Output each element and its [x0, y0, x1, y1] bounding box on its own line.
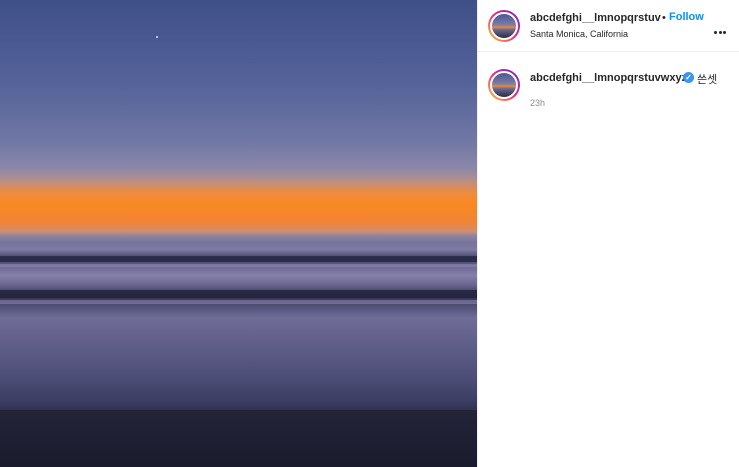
- post-image[interactable]: [0, 0, 477, 467]
- post-header: abcdefghi__lmnopqrstuvv • Follow Santa M…: [478, 0, 739, 52]
- more-horizontal-icon[interactable]: [714, 16, 730, 34]
- shoreline: [0, 410, 477, 467]
- star: [156, 36, 158, 38]
- follow-button[interactable]: Follow: [669, 11, 704, 23]
- location-link[interactable]: Santa Monica, California: [530, 29, 628, 39]
- author-username[interactable]: abcdefghi__lmnopqrstuvv: [530, 12, 661, 24]
- timestamp[interactable]: 23h: [530, 98, 545, 108]
- caption-comment: abcdefghi__lmnopqrstuvwxyz ✓ 쓴셋 23h: [478, 52, 739, 122]
- wave-line: [0, 290, 477, 298]
- author-avatar[interactable]: [488, 10, 520, 42]
- wave-line: [0, 300, 477, 304]
- wave-line: [0, 264, 477, 267]
- separator-dot: •: [662, 12, 666, 24]
- caption-text: 쓴셋: [697, 74, 718, 86]
- caption-avatar[interactable]: [488, 69, 520, 101]
- verified-badge-icon: ✓: [683, 72, 694, 83]
- wave-line: [0, 256, 477, 262]
- sunset-glow: [0, 178, 477, 236]
- caption-username[interactable]: abcdefghi__lmnopqrstuvwxyz: [530, 72, 687, 84]
